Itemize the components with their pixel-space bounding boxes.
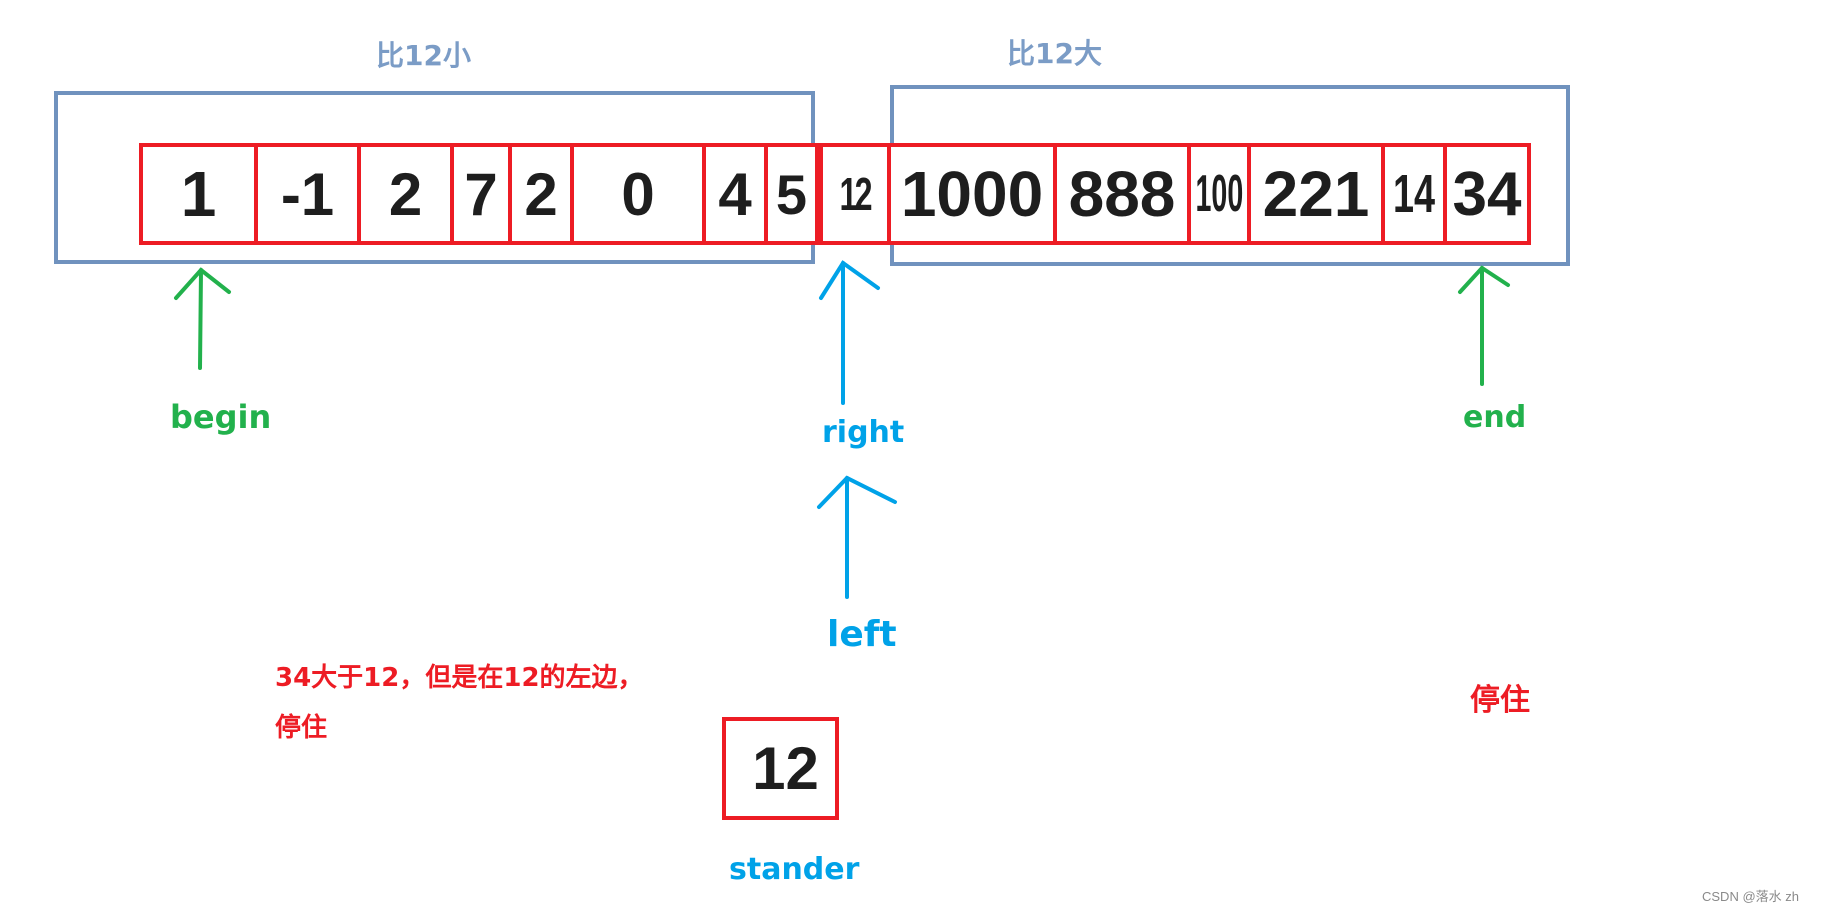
watermark: CSDN @落水 zh	[1702, 889, 1799, 904]
left-pointer-label: left	[827, 614, 897, 655]
begin-arrow-icon	[174, 267, 231, 370]
stander-label: stander	[729, 852, 860, 887]
stander-value: 12	[752, 735, 819, 802]
arrows-layer	[174, 260, 1510, 599]
left-arrow-icon	[817, 475, 897, 599]
end-arrow-icon	[1458, 265, 1510, 386]
stander-box: 12	[722, 717, 839, 820]
right-note: 停住	[1470, 683, 1530, 718]
begin-pointer-label: begin	[170, 398, 272, 436]
right-pointer-label: right	[822, 415, 905, 450]
end-pointer-label: end	[1463, 400, 1527, 435]
right-arrow-icon	[819, 260, 880, 405]
left-note-line1: 34大于12，但是在12的左边，	[275, 663, 644, 693]
left-note: 34大于12，但是在12的左边， 停住	[275, 653, 644, 753]
left-note-line2: 停住	[275, 713, 328, 743]
